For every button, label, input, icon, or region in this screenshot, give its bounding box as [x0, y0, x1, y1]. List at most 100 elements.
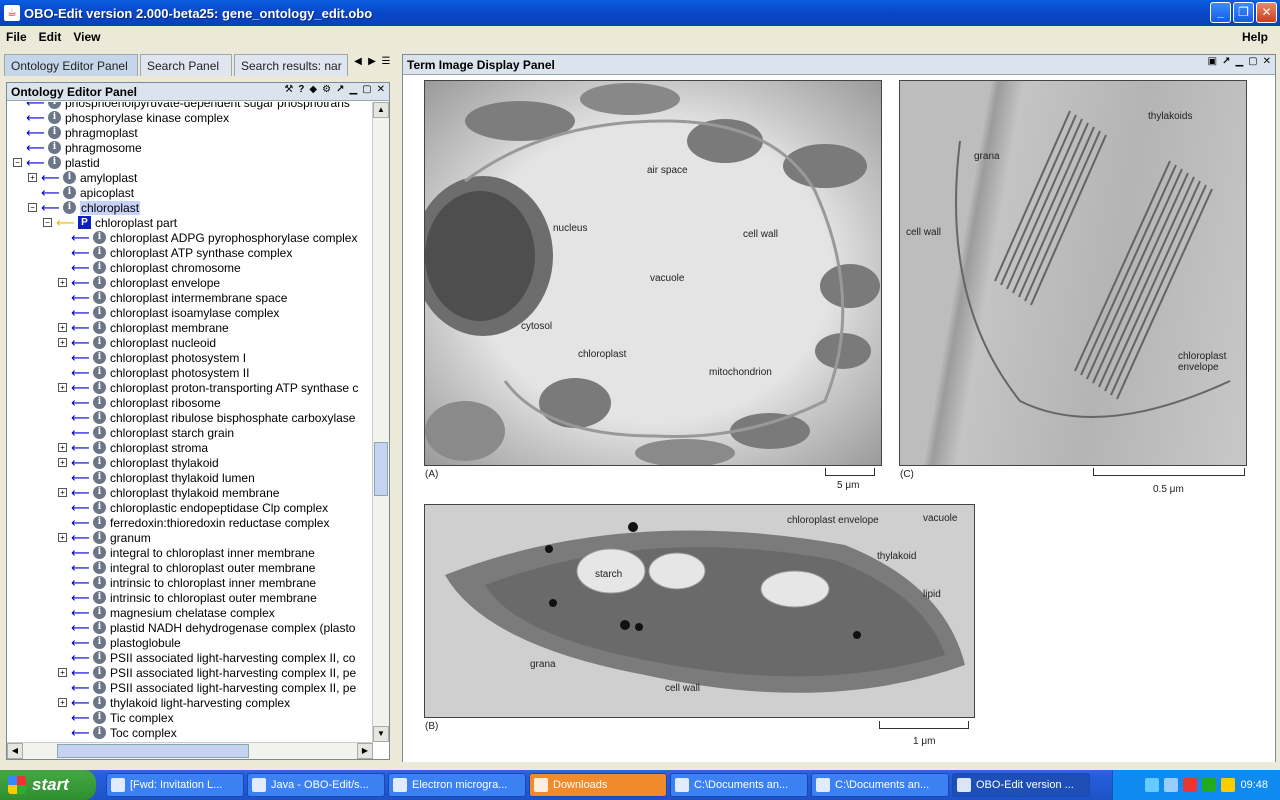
tree-row[interactable]: + ⟵ i thylakoid light-harvesting complex	[58, 695, 290, 710]
tab-search-panel[interactable]: Search Panel	[140, 54, 232, 76]
tree-row[interactable]: ⟵ i chloroplast chromosome	[58, 260, 241, 275]
term-label[interactable]: chloroplast part	[95, 216, 177, 230]
tray-update-icon[interactable]	[1221, 778, 1236, 792]
expand-icon[interactable]: +	[58, 443, 67, 452]
collapse-icon[interactable]: −	[13, 158, 22, 167]
taskbar-item[interactable]: Electron microgra...	[388, 773, 526, 797]
tree-row[interactable]: + ⟵ i chloroplast stroma	[58, 440, 208, 455]
tree-row[interactable]: ⟵ i ferredoxin:thioredoxin reductase compl…	[58, 515, 329, 530]
panel-close-icon[interactable]: ✕	[377, 84, 385, 95]
term-label[interactable]: chloroplast ATP synthase complex	[110, 246, 292, 260]
panel-close-icon[interactable]: ✕	[1263, 56, 1271, 67]
tree-row[interactable]: ⟵ i plastid NADH dehydrogenase complex (pl…	[58, 620, 355, 635]
term-label[interactable]: chloroplast ribulose bisphosphate carbox…	[110, 411, 355, 425]
term-label[interactable]: chloroplast ADPG pyrophosphorylase compl…	[110, 231, 357, 245]
term-label[interactable]: magnesium chelatase complex	[110, 606, 275, 620]
tree-row[interactable]: ⟵ i chloroplast intermembrane space	[58, 290, 287, 305]
tree-row[interactable]: + ⟵ i chloroplast nucleoid	[58, 335, 216, 350]
expand-icon[interactable]: +	[58, 338, 67, 347]
tab-ontology-editor[interactable]: Ontology Editor Panel	[4, 54, 138, 76]
collapse-icon[interactable]: −	[28, 203, 37, 212]
tree-row[interactable]: ⟵ i phosphorylase kinase complex	[13, 110, 229, 125]
term-label[interactable]: chloroplast chromosome	[110, 261, 241, 275]
term-label[interactable]: PSII associated light-harvesting complex…	[110, 651, 355, 665]
term-label[interactable]: chloroplast	[80, 200, 141, 215]
tree-row[interactable]: ⟵ i integral to chloroplast inner membrane	[58, 545, 315, 560]
term-label[interactable]: chloroplast envelope	[110, 276, 220, 290]
tree-row[interactable]: + ⟵ i chloroplast thylakoid membrane	[58, 485, 279, 500]
term-label[interactable]: chloroplast proton-transporting ATP synt…	[110, 381, 358, 395]
term-label[interactable]: chloroplast ribosome	[110, 396, 221, 410]
term-label[interactable]: thylakoid light-harvesting complex	[110, 696, 290, 710]
tree-row[interactable]: ⟵ i magnesium chelatase complex	[58, 605, 275, 620]
term-label[interactable]: ferredoxin:thioredoxin reductase complex	[110, 516, 329, 530]
tree-row[interactable]: ⟵ i PSII associated light-harvesting compl…	[58, 680, 356, 695]
panel-minimize-icon[interactable]: ▁	[349, 84, 357, 95]
tree-row[interactable]: ⟵ i Toc complex	[58, 725, 177, 740]
term-label[interactable]: plastoglobule	[110, 636, 181, 650]
term-label[interactable]: chloroplast intermembrane space	[110, 291, 287, 305]
panel-maximize-icon[interactable]: ▢	[1248, 56, 1257, 67]
start-button[interactable]: start	[0, 770, 96, 800]
term-label[interactable]: chloroplast thylakoid lumen	[110, 471, 255, 485]
term-label[interactable]: integral to chloroplast inner membrane	[110, 546, 315, 560]
gear-icon[interactable]: ⚙	[322, 84, 331, 95]
tree-row[interactable]: + ⟵ i granum	[58, 530, 151, 545]
expand-icon[interactable]: +	[58, 458, 67, 467]
taskbar-item[interactable]: C:\Documents an...	[670, 773, 808, 797]
taskbar-item[interactable]: Downloads	[529, 773, 667, 797]
term-label[interactable]: chloroplast nucleoid	[110, 336, 216, 350]
term-label[interactable]: phosphorylase kinase complex	[65, 111, 229, 125]
tree-row[interactable]: ⟵ i chloroplast thylakoid lumen	[58, 470, 255, 485]
term-label[interactable]: chloroplast thylakoid membrane	[110, 486, 279, 500]
term-label[interactable]: plastid	[65, 156, 100, 170]
tree-row[interactable]: ⟵ i chloroplast ribosome	[58, 395, 221, 410]
term-label[interactable]: plastid NADH dehydrogenase complex (plas…	[110, 621, 355, 635]
taskbar-item[interactable]: C:\Documents an...	[811, 773, 949, 797]
term-label[interactable]: chloroplast stroma	[110, 441, 208, 455]
tree-row[interactable]: ⟵ i phragmoplast	[13, 125, 138, 140]
tree-row[interactable]: + ⟵ i amyloplast	[28, 170, 137, 185]
pin-icon[interactable]: ↗	[1222, 56, 1230, 67]
scroll-down-icon[interactable]: ▼	[373, 726, 389, 742]
tree-row[interactable]: ⟵ i chloroplast photosystem I	[58, 350, 246, 365]
tree-row[interactable]: ⟵ i chloroplast ADPG pyrophosphorylase com…	[58, 230, 357, 245]
tree-row[interactable]: − ⟵ Pchloroplast part	[43, 215, 177, 230]
term-label[interactable]: Tic complex	[110, 711, 174, 725]
tab-scroll-right-icon[interactable]: ▶	[366, 56, 378, 67]
tree-row[interactable]: ⟵ i chloroplast ATP synthase complex	[58, 245, 292, 260]
tree-row[interactable]: − ⟵ i plastid	[13, 155, 100, 170]
expand-icon[interactable]: +	[28, 173, 37, 182]
tree-row[interactable]: + ⟵ i chloroplast proton-transporting ATP s…	[58, 380, 358, 395]
menu-view[interactable]: View	[67, 30, 106, 44]
tree-row[interactable]: + ⟵ i chloroplast thylakoid	[58, 455, 219, 470]
term-label[interactable]: phragmoplast	[65, 126, 138, 140]
term-label[interactable]: PSII associated light-harvesting complex…	[110, 681, 356, 695]
term-label[interactable]: chloroplast starch grain	[110, 426, 234, 440]
camera-icon[interactable]: ▣	[1208, 56, 1217, 67]
expand-icon[interactable]: +	[58, 488, 67, 497]
tray-antivirus-icon[interactable]	[1202, 778, 1217, 792]
collapse-icon[interactable]: −	[43, 218, 52, 227]
close-button[interactable]: ✕	[1256, 2, 1277, 23]
tray-network-icon[interactable]	[1164, 778, 1179, 792]
term-label[interactable]: chloroplast thylakoid	[110, 456, 219, 470]
menu-file[interactable]: File	[0, 30, 33, 44]
expand-icon[interactable]: +	[58, 668, 67, 677]
menu-help[interactable]: Help	[1236, 30, 1274, 44]
term-label[interactable]: chloroplast photosystem I	[110, 351, 246, 365]
lock-icon[interactable]: ◆	[309, 84, 317, 95]
term-label[interactable]: chloroplast membrane	[110, 321, 229, 335]
expand-icon[interactable]: +	[58, 533, 67, 542]
tree-row[interactable]: ⟵ i integral to chloroplast outer membrane	[58, 560, 315, 575]
tree-row[interactable]: ⟵ i intrinsic to chloroplast inner membran…	[58, 575, 316, 590]
tree-row[interactable]: + ⟵ i PSII associated light-harvesting comp…	[58, 665, 356, 680]
scroll-up-icon[interactable]: ▲	[373, 102, 389, 118]
expand-icon[interactable]: +	[58, 383, 67, 392]
expand-icon[interactable]: +	[58, 278, 67, 287]
tray-pen-icon[interactable]	[1145, 778, 1160, 792]
tab-list-icon[interactable]: ☰	[380, 56, 392, 67]
hscroll-thumb[interactable]	[57, 744, 249, 758]
term-label[interactable]: granum	[110, 531, 151, 545]
term-label[interactable]: intrinsic to chloroplast inner membrane	[110, 576, 316, 590]
